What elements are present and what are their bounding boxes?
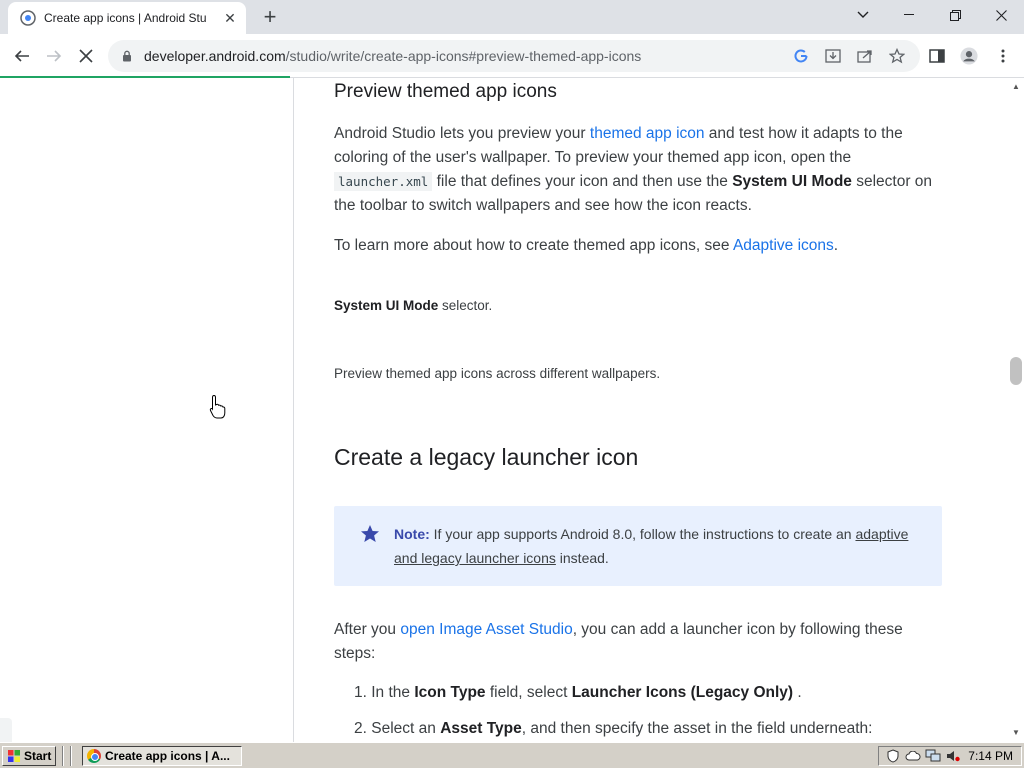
android-developers-favicon-icon (20, 10, 36, 26)
list-number: 1. (354, 684, 367, 701)
sidebar-divider (293, 78, 294, 742)
volume-icon[interactable] (945, 749, 961, 763)
stop-loading-button[interactable] (72, 42, 100, 70)
text: instead. (555, 550, 609, 566)
side-panel-icon[interactable] (928, 47, 946, 65)
tab-title: Create app icons | Android Stu (44, 11, 207, 25)
note-text: Note: If your app supports Android 8.0, … (394, 522, 914, 570)
section-title-legacy-launcher: Create a legacy launcher icon (334, 444, 639, 470)
web-page: Preview themed app icons Android Studio … (0, 78, 1024, 742)
text: After you (334, 621, 401, 638)
tab-search-icon[interactable] (840, 0, 886, 30)
start-label: Start (24, 749, 52, 763)
link-open-image-asset-studio[interactable]: open Image Asset Studio (400, 621, 572, 638)
bold-asset-type: Asset Type (440, 720, 522, 737)
text: Select an (371, 720, 441, 737)
taskbar-chrome-window[interactable]: Create app icons | A... (82, 746, 242, 766)
star-icon (360, 524, 380, 544)
sidebar-collapsed-edge (0, 718, 12, 742)
caption-bold: System UI Mode (334, 298, 439, 313)
google-translate-icon[interactable] (792, 47, 810, 65)
section-title-preview-themed: Preview themed app icons (334, 81, 557, 102)
tab-strip: Create app icons | Android Stu ✕ + (0, 0, 1024, 34)
taskbar-separator (70, 746, 72, 766)
windows-taskbar: Start Create app icons | A... 7:14 PM (0, 742, 1024, 768)
text: , and then specify the asset in the fiel… (521, 720, 873, 737)
note-callout: Note: If your app supports Android 8.0, … (334, 506, 942, 586)
list-item: 1. In the Icon Type field, select Launch… (354, 684, 802, 702)
bookmark-star-icon[interactable] (888, 47, 906, 65)
bold-system-ui-mode: System UI Mode (732, 173, 852, 190)
start-button[interactable]: Start (2, 746, 56, 766)
page-scrollbar[interactable] (1008, 78, 1024, 742)
new-tab-button[interactable]: + (258, 6, 282, 28)
list-item: 2. Select an Asset Type, and then specif… (354, 720, 872, 738)
caption-text: selector. (438, 298, 493, 313)
text: field, select (485, 684, 572, 701)
minimize-button[interactable] (886, 0, 932, 30)
hand-cursor-icon (209, 394, 227, 420)
url-text: developer.android.com/studio/write/creat… (144, 48, 641, 64)
paragraph-learn-more: To learn more about how to create themed… (334, 234, 944, 258)
link-themed-app-icon[interactable]: themed app icon (590, 125, 705, 142)
paragraph-after-open: After you open Image Asset Studio, you c… (334, 618, 944, 666)
restore-button[interactable] (932, 0, 978, 30)
forward-button[interactable] (40, 42, 68, 70)
taskbar-clock: 7:14 PM (968, 749, 1013, 763)
caption-preview-wallpapers: Preview themed app icons across differen… (334, 366, 661, 381)
text: If your app supports Android 8.0, follow… (429, 526, 856, 542)
network-icon[interactable] (925, 749, 941, 763)
text: file that defines your icon and then use… (432, 173, 733, 190)
browser-toolbar: developer.android.com/studio/write/creat… (0, 34, 1024, 78)
close-window-button[interactable] (978, 0, 1024, 30)
caption-system-ui-mode: System UI Mode selector. (334, 298, 492, 313)
scroll-down-arrow-icon[interactable]: ▼ (1009, 726, 1023, 738)
scroll-thumb[interactable] (1010, 357, 1022, 385)
windows-logo-icon (8, 750, 20, 762)
link-adaptive-icons[interactable]: Adaptive icons (733, 237, 834, 254)
taskbar-separator (62, 746, 64, 766)
cloud-icon[interactable] (905, 749, 921, 763)
text: Android Studio lets you preview your (334, 125, 590, 142)
paragraph-themed-preview: Android Studio lets you preview your the… (334, 122, 944, 218)
lock-icon[interactable] (120, 49, 134, 63)
url-path: /studio/write/create-app-icons#preview-t… (285, 48, 642, 64)
bold-launcher-icons-legacy: Launcher Icons (Legacy Only) (571, 684, 794, 701)
chrome-icon (87, 749, 101, 763)
note-label: Note: (394, 526, 430, 542)
text: In the (371, 684, 415, 701)
text: To learn more about how to create themed… (334, 237, 733, 254)
share-icon[interactable] (856, 47, 874, 65)
profile-avatar-icon[interactable] (960, 47, 978, 65)
back-button[interactable] (8, 42, 36, 70)
code-launcher-xml: launcher.xml (334, 172, 433, 191)
tab-create-app-icons[interactable]: Create app icons | Android Stu ✕ (8, 2, 246, 34)
shield-icon[interactable] (885, 749, 901, 763)
scroll-up-arrow-icon[interactable]: ▲ (1009, 80, 1023, 92)
install-icon[interactable] (824, 47, 842, 65)
taskbar-window-title: Create app icons | A... (105, 749, 230, 763)
menu-kebab-icon[interactable] (994, 47, 1012, 65)
tab-close-icon[interactable]: ✕ (222, 10, 238, 26)
list-number: 2. (354, 720, 367, 737)
system-tray: 7:14 PM (878, 746, 1022, 766)
bold-icon-type: Icon Type (414, 684, 486, 701)
text: . (793, 684, 802, 701)
url-host: developer.android.com (144, 48, 286, 64)
text: . (833, 237, 839, 254)
